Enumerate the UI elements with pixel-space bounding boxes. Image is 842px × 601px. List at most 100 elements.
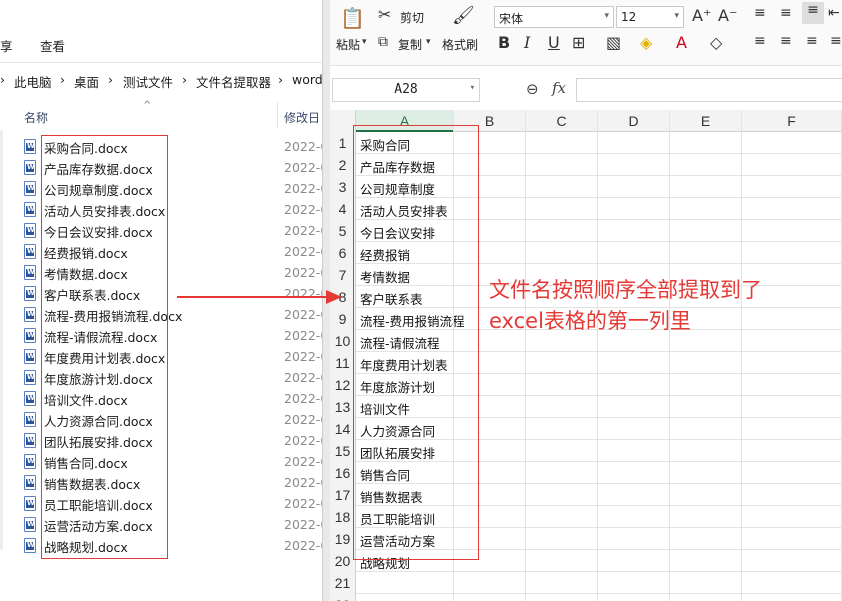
fill-color-icon[interactable]: ◈ (640, 33, 652, 52)
file-date: 2022-0 (284, 244, 322, 259)
annotation-line: excel表格的第一列里 (489, 309, 691, 333)
explorer-ribbon: 享 查看 (0, 0, 322, 62)
chevron-down-icon[interactable]: ▾ (426, 37, 431, 47)
file-list-header: ^ 名称 修改日 (0, 100, 322, 130)
row-header[interactable]: 22 (330, 594, 356, 601)
file-date: 2022-0 (284, 349, 322, 364)
file-date: 2022-0 (284, 391, 322, 406)
highlight-box (353, 125, 479, 560)
decrease-font-icon[interactable]: A⁻ (718, 6, 737, 25)
scissors-icon[interactable]: ✂ (378, 5, 391, 24)
file-date: 2022-0 (284, 370, 322, 385)
word-doc-icon (24, 265, 36, 280)
font-size-value: 12 (621, 10, 637, 24)
file-date: 2022-0 (284, 433, 322, 448)
italic-button[interactable]: I (524, 33, 530, 52)
name-column-header[interactable]: 名称 (24, 109, 48, 126)
file-date: 2022-0 (284, 181, 322, 196)
breadcrumb-item[interactable]: 测试文件 (123, 72, 173, 91)
chevron-right-icon: › (108, 72, 113, 87)
breadcrumb-item[interactable]: 桌面 (74, 72, 99, 91)
sheet-row: 22 (330, 594, 842, 601)
chevron-right-icon: › (60, 72, 65, 87)
date-column-header[interactable]: 修改日 (284, 109, 320, 126)
font-size-select[interactable]: 12 ▾ (616, 6, 684, 28)
align-right-icon[interactable]: ≡ (806, 33, 818, 49)
zoom-icon[interactable]: ⊖ (526, 80, 539, 98)
word-doc-icon (24, 454, 36, 469)
column-divider[interactable] (277, 102, 278, 128)
name-box-value: A28 (394, 82, 418, 97)
file-date: 2022-0 (284, 496, 322, 511)
view-tab[interactable]: 查看 (40, 36, 65, 55)
word-doc-icon (24, 202, 36, 217)
word-doc-icon (24, 328, 36, 343)
file-date: 2022-0 (284, 160, 322, 175)
file-date: 2022-0 (284, 286, 322, 301)
breadcrumb-item[interactable]: 此电脑 (14, 72, 52, 91)
format-painter-button[interactable]: 格式刷 (442, 36, 478, 53)
file-date: 2022-0 (284, 538, 322, 553)
breadcrumb[interactable]: › 此电脑 › 桌面 › 测试文件 › 文件名提取器 › word (0, 66, 322, 94)
align-center-icon[interactable]: ≡ (780, 33, 792, 49)
column-header-c[interactable]: C (526, 110, 598, 132)
chevron-down-icon[interactable]: ▾ (362, 37, 367, 47)
chevron-down-icon: ▾ (604, 11, 609, 21)
align-bottom-icon[interactable]: ≡ (802, 2, 824, 24)
word-doc-icon (24, 475, 36, 490)
cell-style-icon[interactable]: ▧ (606, 33, 621, 52)
column-header-e[interactable]: E (670, 110, 742, 132)
word-doc-icon (24, 391, 36, 406)
annotation-arrowhead (326, 290, 342, 304)
bold-button[interactable]: B (498, 33, 510, 52)
word-doc-icon (24, 139, 36, 154)
file-explorer-window: 享 查看 › 此电脑 › 桌面 › 测试文件 › 文件名提取器 › word ^… (0, 0, 322, 601)
copy-icon[interactable]: ⧉ (378, 34, 388, 50)
grid-line (741, 110, 742, 601)
font-name-select[interactable]: 宋体 ▾ (494, 6, 614, 28)
paste-icon[interactable]: 📋 (340, 6, 365, 30)
name-box[interactable]: A28 ▾ (332, 78, 480, 102)
sheet-row: 21 (330, 572, 842, 594)
word-doc-icon (24, 538, 36, 553)
paste-button[interactable]: 粘贴 (336, 36, 360, 53)
chevron-right-icon: › (182, 72, 187, 87)
word-doc-icon (24, 160, 36, 175)
justify-icon[interactable]: ≡ (830, 33, 842, 49)
borders-icon[interactable]: ⊞ (572, 33, 585, 52)
function-icon[interactable]: fx (552, 79, 566, 97)
word-doc-icon (24, 349, 36, 364)
breadcrumb-item[interactable]: 文件名提取器 (196, 72, 271, 91)
eraser-icon[interactable]: ◇ (710, 33, 722, 52)
chevron-right-icon: › (0, 72, 5, 87)
highlight-box (41, 135, 168, 559)
copy-button[interactable]: 复制 (398, 36, 422, 53)
word-doc-icon (24, 286, 36, 301)
breadcrumb-item[interactable]: word (292, 72, 322, 87)
column-header-f[interactable]: F (742, 110, 842, 132)
word-doc-icon (24, 244, 36, 259)
align-top-icon[interactable]: ≡ (754, 5, 766, 21)
share-tab[interactable]: 享 (0, 36, 13, 55)
formula-input[interactable] (576, 78, 842, 102)
underline-button[interactable]: U (548, 33, 560, 52)
file-date: 2022-0 (284, 454, 322, 469)
chevron-down-icon: ▾ (674, 11, 679, 21)
file-date: 2022-0 (284, 475, 322, 490)
row-header[interactable]: 21 (330, 572, 356, 594)
align-middle-icon[interactable]: ≡ (780, 5, 792, 21)
file-date: 2022-0 (284, 517, 322, 532)
indent-icon[interactable]: ⇤ (828, 5, 840, 21)
increase-font-icon[interactable]: A⁺ (692, 6, 711, 25)
font-color-icon[interactable]: A (676, 33, 687, 52)
spreadsheet-ribbon: 📋 粘贴 ▾ ✂ 剪切 ⧉ 复制 ▾ 🖌 格式刷 宋体 ▾ 12 ▾ A⁺ A⁻… (330, 0, 842, 66)
align-left-icon[interactable]: ≡ (754, 33, 766, 49)
word-doc-icon (24, 517, 36, 532)
column-header-d[interactable]: D (598, 110, 670, 132)
annotation-text: 文件名按照顺序全部提取到了 excel表格的第一列里 (489, 275, 829, 337)
grid-line (597, 110, 598, 601)
brush-icon[interactable]: 🖌 (452, 5, 475, 26)
file-date: 2022-0 (284, 307, 322, 322)
font-name-value: 宋体 (499, 12, 524, 26)
cut-button[interactable]: 剪切 (400, 9, 424, 26)
